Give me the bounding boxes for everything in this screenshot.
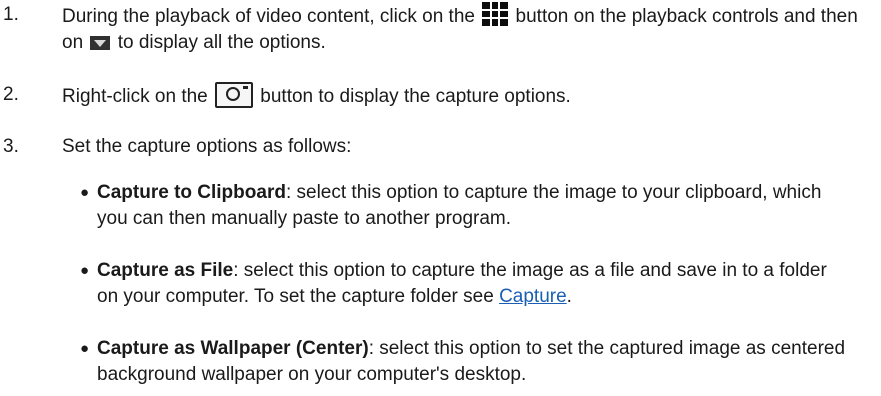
step-1-text-c: to display all the options. (117, 32, 326, 53)
grid-icon (482, 2, 509, 26)
capture-link[interactable]: Capture (499, 286, 567, 307)
option-after-link: . (566, 286, 572, 307)
step-number: 3. (3, 136, 19, 157)
camera-icon (215, 82, 254, 108)
step-text: During the playback of video content, cl… (62, 2, 873, 56)
step-2-text-b: button to display the capture options. (260, 86, 571, 107)
bullet-icon: ● (80, 340, 90, 357)
bullet-icon: ● (80, 184, 90, 201)
option-title: Capture as Wallpaper (Center) (97, 338, 369, 359)
bullet-icon: ● (80, 262, 90, 279)
step-text: Right-click on the button to display the… (62, 82, 873, 110)
option-text: Capture as Wallpaper (Center): select th… (97, 336, 851, 388)
option-title: Capture as File (97, 260, 234, 281)
dropdown-icon (90, 36, 111, 50)
option-title: Capture to Clipboard (97, 182, 286, 203)
option-text: Capture to Clipboard: select this option… (97, 180, 851, 232)
step-1-text-a: During the playback of video content, cl… (62, 6, 475, 27)
step-2-text-a: Right-click on the (62, 86, 208, 107)
step-number: 1. (3, 4, 19, 25)
step-text: Set the capture options as follows: (62, 136, 352, 157)
option-text: Capture as File: select this option to c… (97, 258, 851, 310)
step-number: 2. (3, 84, 19, 105)
